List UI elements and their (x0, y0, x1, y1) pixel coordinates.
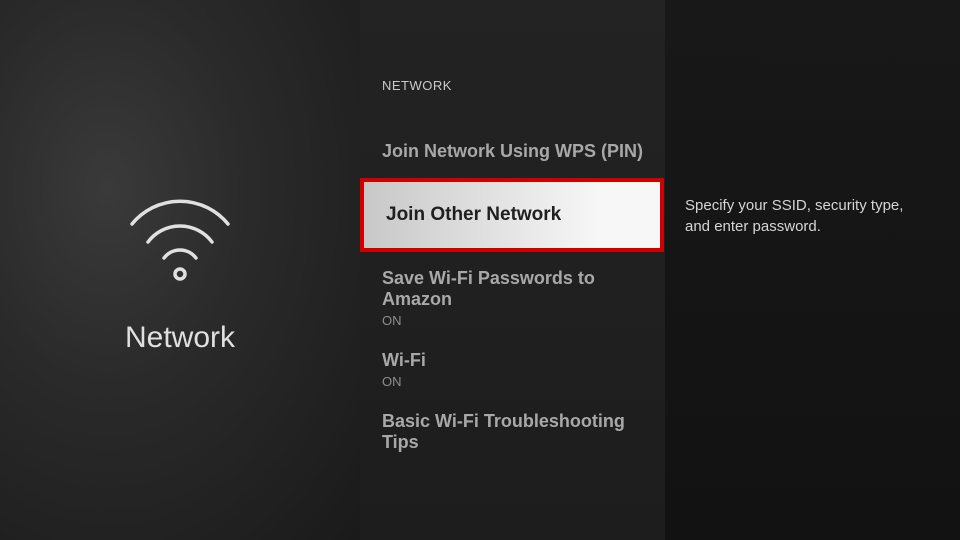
menu-label: Join Network Using WPS (PIN) (382, 141, 653, 162)
menu-item-troubleshooting[interactable]: Basic Wi-Fi Troubleshooting Tips (382, 411, 665, 453)
menu-item-wifi[interactable]: Wi-Fi ON (382, 350, 665, 389)
wifi-icon (120, 186, 240, 291)
menu-panel: NETWORK Join Network Using WPS (PIN) Joi… (360, 0, 665, 540)
menu-item-join-other-network[interactable]: Join Other Network (360, 178, 665, 252)
description-panel: Specify your SSID, security type, and en… (665, 0, 960, 540)
menu-item-wps-pin[interactable]: Join Network Using WPS (PIN) (382, 141, 665, 162)
description-text: Specify your SSID, security type, and en… (685, 195, 930, 237)
menu-label: Save Wi-Fi Passwords to Amazon (382, 268, 653, 310)
menu-item-save-passwords[interactable]: Save Wi-Fi Passwords to Amazon ON (382, 268, 665, 328)
menu-status: ON (382, 374, 653, 389)
left-panel: Network (0, 0, 360, 540)
menu-label: Basic Wi-Fi Troubleshooting Tips (382, 411, 653, 453)
menu-label: Join Other Network (386, 204, 638, 226)
selected-highlight: Join Other Network (360, 178, 664, 252)
section-header: NETWORK (382, 78, 665, 93)
settings-screen: Network NETWORK Join Network Using WPS (… (0, 0, 960, 540)
menu-label: Wi-Fi (382, 350, 653, 371)
menu-status: ON (382, 313, 653, 328)
left-panel-title: Network (125, 321, 235, 355)
